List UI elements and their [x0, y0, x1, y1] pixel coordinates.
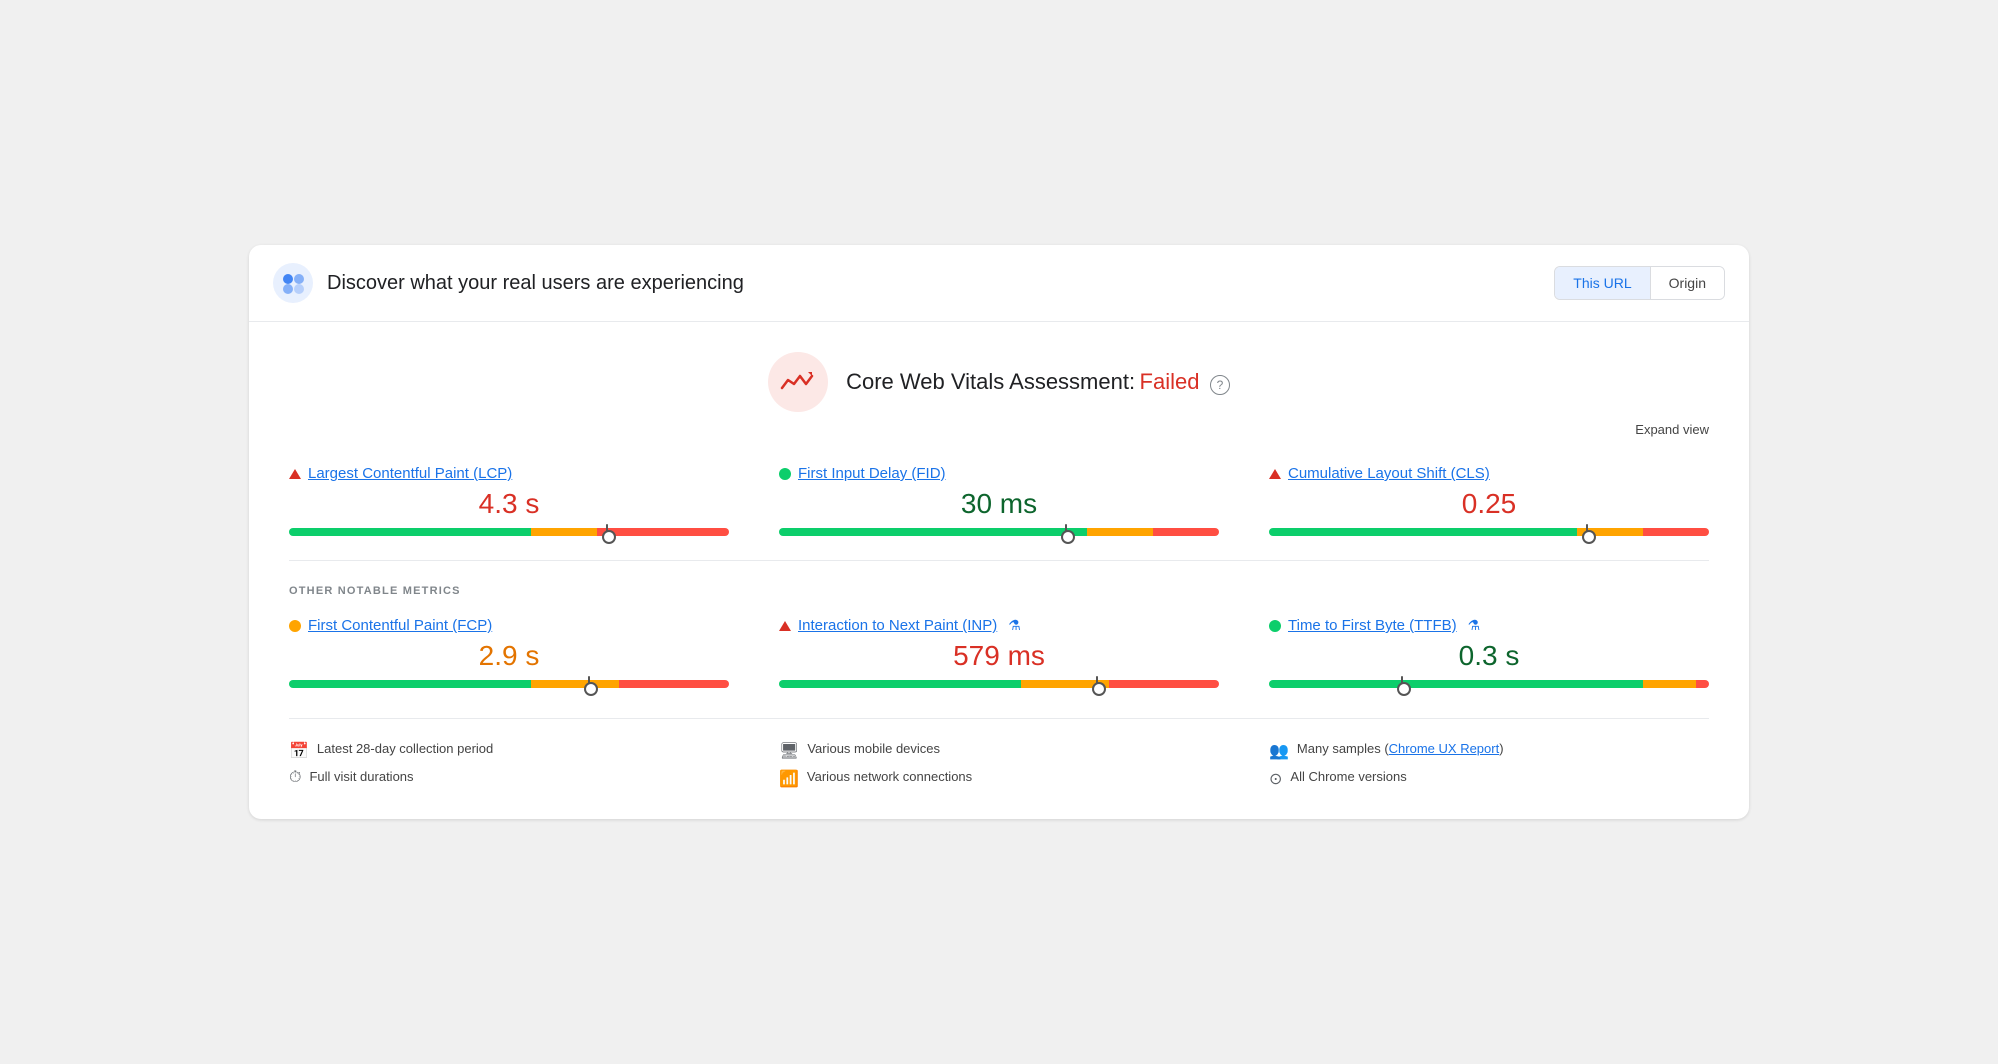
divider	[289, 560, 1709, 561]
footer-item-text: Many samples (Chrome UX Report)	[1297, 741, 1504, 756]
metric-value-inp: 579 ms	[779, 640, 1219, 672]
footer-info: 📅 Latest 28-day collection period ⏱ Full vi…	[289, 718, 1709, 789]
metric-bar-marker-ttfb	[1401, 676, 1403, 692]
footer-item-0-0: 📅 Latest 28-day collection period	[289, 741, 729, 761]
header-buttons: This URL Origin	[1554, 266, 1725, 300]
metric-title-cls[interactable]: Cumulative Layout Shift (CLS)	[1288, 465, 1490, 482]
metric-fid: First Input Delay (FID) 30 ms	[779, 465, 1219, 536]
footer-item-text: Full visit durations	[309, 769, 413, 784]
footer-item-0-1: ⏱ Full visit durations	[289, 769, 729, 787]
card-body: Core Web Vitals Assessment: Failed ? Exp…	[249, 322, 1749, 819]
assessment-status: Failed	[1140, 369, 1200, 394]
other-metrics-label: OTHER NOTABLE METRICS	[289, 585, 1709, 597]
header: Discover what your real users are experi…	[249, 245, 1749, 322]
metric-title-row-lcp: Largest Contentful Paint (LCP)	[289, 465, 729, 482]
metric-bar-ttfb	[1269, 680, 1709, 688]
main-card: Discover what your real users are experi…	[249, 245, 1749, 819]
metric-value-cls: 0.25	[1269, 488, 1709, 520]
logo-icon	[273, 263, 313, 303]
assessment-icon	[768, 352, 828, 412]
footer-item-1-1: 📶 Various network connections	[779, 769, 1219, 789]
metric-bar-marker-lcp	[606, 524, 608, 540]
status-triangle	[779, 621, 791, 631]
other-metrics-grid: First Contentful Paint (FCP) 2.9 s Interac…	[289, 617, 1709, 688]
metric-bar-cls	[1269, 528, 1709, 536]
metric-value-fid: 30 ms	[779, 488, 1219, 520]
this-url-button[interactable]: This URL	[1555, 267, 1649, 299]
status-dot	[289, 620, 301, 632]
metric-lcp: Largest Contentful Paint (LCP) 4.3 s	[289, 465, 729, 536]
metric-bar-inp	[779, 680, 1219, 688]
status-triangle	[289, 469, 301, 479]
metric-title-inp[interactable]: Interaction to Next Paint (INP)	[798, 617, 997, 634]
footer-item-text: Various network connections	[807, 769, 972, 784]
footer-item-icon: 📅	[289, 741, 309, 761]
metric-title-lcp[interactable]: Largest Contentful Paint (LCP)	[308, 465, 512, 482]
footer-item-icon: 🖥	[779, 741, 799, 761]
metric-title-fcp[interactable]: First Contentful Paint (FCP)	[308, 617, 492, 634]
metric-value-ttfb: 0.3 s	[1269, 640, 1709, 672]
footer-item-icon: 📶	[779, 769, 799, 789]
metric-title-row-inp: Interaction to Next Paint (INP) ⚗	[779, 617, 1219, 634]
footer-item-2-0: 👥 Many samples (Chrome UX Report)	[1269, 741, 1709, 761]
assessment-label: Core Web Vitals Assessment:	[846, 369, 1135, 394]
header-left: Discover what your real users are experi…	[273, 263, 744, 303]
metric-fcp: First Contentful Paint (FCP) 2.9 s	[289, 617, 729, 688]
footer-item-icon: ⏱	[289, 769, 301, 787]
assessment-center: Core Web Vitals Assessment: Failed ?	[768, 352, 1230, 412]
chrome-ux-report-link[interactable]: Chrome UX Report	[1389, 741, 1500, 756]
origin-button[interactable]: Origin	[1650, 267, 1724, 299]
metric-bar-marker-fid	[1065, 524, 1067, 540]
metric-title-row-fcp: First Contentful Paint (FCP)	[289, 617, 729, 634]
metric-bar-lcp	[289, 528, 729, 536]
footer-col-2: 👥 Many samples (Chrome UX Report) ⊙ All Chr…	[1269, 741, 1709, 789]
footer-item-icon: ⊙	[1269, 769, 1282, 789]
status-dot	[779, 468, 791, 480]
metric-bar-marker-fcp	[588, 676, 590, 692]
footer-col-0: 📅 Latest 28-day collection period ⏱ Full vi…	[289, 741, 729, 789]
help-icon[interactable]: ?	[1210, 375, 1230, 395]
metric-title-ttfb[interactable]: Time to First Byte (TTFB)	[1288, 617, 1457, 634]
metric-bar-marker-cls	[1586, 524, 1588, 540]
metric-bar-fcp	[289, 680, 729, 688]
expand-view[interactable]: Expand view	[289, 422, 1709, 437]
metric-title-row-fid: First Input Delay (FID)	[779, 465, 1219, 482]
footer-col-1: 🖥 Various mobile devices 📶 Various network …	[779, 741, 1219, 789]
footer-item-text: Latest 28-day collection period	[317, 741, 493, 756]
metric-title-row-ttfb: Time to First Byte (TTFB) ⚗	[1269, 617, 1709, 634]
metric-title-fid[interactable]: First Input Delay (FID)	[798, 465, 946, 482]
core-metrics-grid: Largest Contentful Paint (LCP) 4.3 s First…	[289, 465, 1709, 536]
metric-title-row-cls: Cumulative Layout Shift (CLS)	[1269, 465, 1709, 482]
header-title: Discover what your real users are experi…	[327, 272, 744, 295]
assessment-header-wrap: Core Web Vitals Assessment: Failed ?	[289, 352, 1709, 412]
flask-icon: ⚗	[1468, 617, 1481, 634]
footer-item-text: All Chrome versions	[1290, 769, 1406, 784]
status-dot	[1269, 620, 1281, 632]
flask-icon: ⚗	[1008, 617, 1021, 634]
failed-wave-icon	[780, 370, 816, 394]
metric-cls: Cumulative Layout Shift (CLS) 0.25	[1269, 465, 1709, 536]
metric-bar-marker-inp	[1096, 676, 1098, 692]
status-triangle	[1269, 469, 1281, 479]
metric-ttfb: Time to First Byte (TTFB) ⚗ 0.3 s	[1269, 617, 1709, 688]
metric-value-lcp: 4.3 s	[289, 488, 729, 520]
footer-item-icon: 👥	[1269, 741, 1289, 761]
footer-item-text: Various mobile devices	[807, 741, 940, 756]
assessment-text: Core Web Vitals Assessment: Failed ?	[846, 369, 1230, 395]
footer-item-2-1: ⊙ All Chrome versions	[1269, 769, 1709, 789]
metric-inp: Interaction to Next Paint (INP) ⚗ 579 ms	[779, 617, 1219, 688]
metric-bar-fid	[779, 528, 1219, 536]
footer-item-1-0: 🖥 Various mobile devices	[779, 741, 1219, 761]
metric-value-fcp: 2.9 s	[289, 640, 729, 672]
